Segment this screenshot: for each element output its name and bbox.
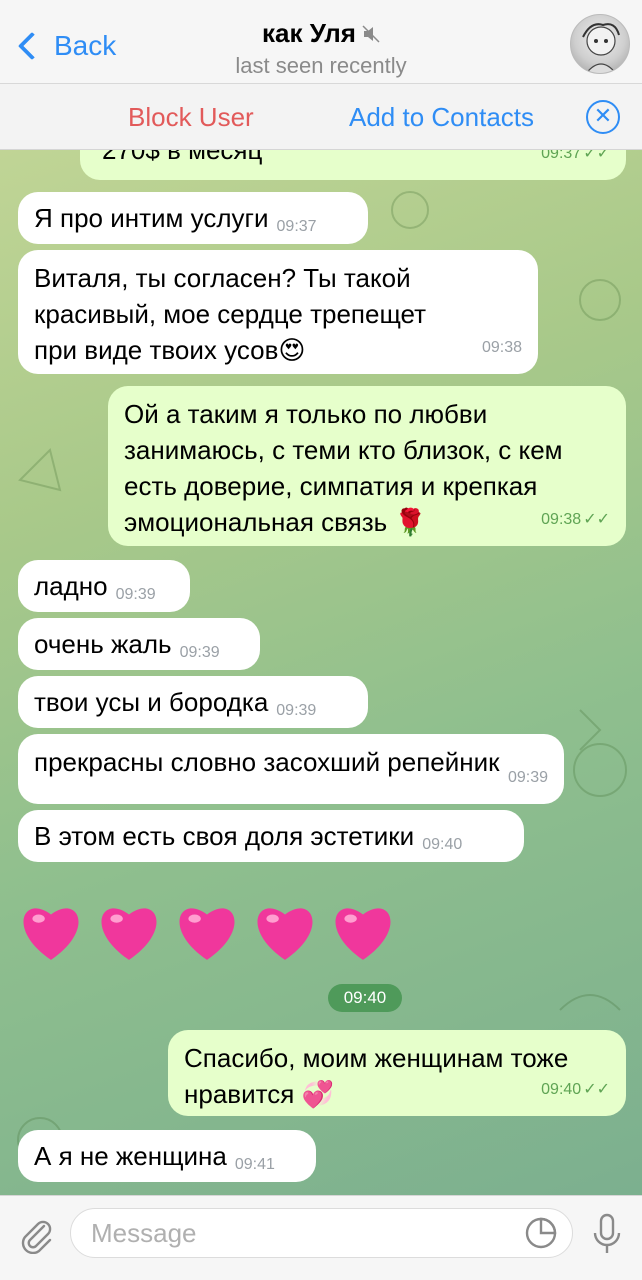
- heart-icon: [179, 908, 235, 960]
- incoming-message[interactable]: Я про интим услуги 09:37: [18, 192, 368, 244]
- read-check-icon: ✓✓: [583, 1081, 610, 1098]
- incoming-message[interactable]: твои усы и бородка 09:39: [18, 676, 368, 728]
- microphone-icon[interactable]: [590, 1212, 624, 1256]
- incoming-message[interactable]: ладно 09:39: [18, 560, 190, 612]
- message-time: 09:38 ✓✓: [541, 502, 610, 538]
- message-input[interactable]: Message: [70, 1208, 573, 1258]
- read-check-icon: ✓✓: [583, 511, 610, 528]
- message-time: 09:40: [422, 836, 463, 853]
- read-check-icon: ✓✓: [583, 150, 610, 162]
- message-text: очень жаль: [34, 629, 172, 659]
- message-list[interactable]: 270$ в месяц 09:37 ✓✓ Я про интим услуги 0…: [0, 150, 642, 1195]
- incoming-message[interactable]: очень жаль 09:39: [18, 618, 260, 670]
- message-time: 09:39: [276, 702, 317, 719]
- avatar[interactable]: [570, 14, 630, 74]
- heart-icon: [101, 908, 157, 960]
- block-user-button[interactable]: Block User: [128, 102, 254, 133]
- incoming-message[interactable]: В этом есть своя доля эстетики 09:40: [18, 810, 524, 862]
- outgoing-message[interactable]: Спасибо, моим женщинам тоже нравится 💞 0…: [168, 1030, 626, 1116]
- message-time: 09:37 ✓✓: [541, 150, 610, 172]
- message-text: твои усы и бородка: [34, 687, 269, 717]
- emoji-message-time: 09:40: [328, 984, 402, 1012]
- message-input-bar: Message: [0, 1195, 642, 1280]
- chat-title-area[interactable]: как Уля last seen recently: [0, 18, 642, 79]
- message-text: Я про интим услуги: [34, 203, 269, 233]
- heart-icon: [335, 908, 391, 960]
- chat-status: last seen recently: [235, 53, 407, 78]
- message-text: А я не женщина: [34, 1141, 227, 1171]
- message-time: 09:39: [179, 644, 220, 661]
- close-icon[interactable]: ✕: [586, 100, 620, 134]
- attach-icon[interactable]: [16, 1214, 56, 1254]
- message-time: 09:40 ✓✓: [541, 1072, 610, 1108]
- outgoing-message[interactable]: Ой а таким я только по любви занимаюсь, …: [108, 386, 626, 546]
- incoming-message[interactable]: прекрасны словно засохший репейник 09:39: [18, 734, 564, 804]
- message-time: 09:37: [276, 218, 317, 235]
- message-time: 09:39: [115, 586, 156, 603]
- sticker-icon[interactable]: [524, 1216, 558, 1250]
- heart-icon: [257, 908, 313, 960]
- emoji-hearts-message[interactable]: [18, 898, 396, 964]
- message-text: ладно: [34, 571, 108, 601]
- add-to-contacts-button[interactable]: Add to Contacts: [349, 102, 534, 133]
- message-text: В этом есть своя доля эстетики: [34, 821, 415, 851]
- chat-header: Back как Уля last seen recently: [0, 0, 642, 84]
- message-time: 09:39: [507, 769, 548, 786]
- message-text: Спасибо, моим женщинам тоже нравится 💞: [184, 1043, 569, 1109]
- message-text: 270$ в месяц: [102, 150, 263, 165]
- message-time-text: 09:37: [541, 150, 582, 162]
- contact-action-bar: Block User Add to Contacts: [0, 84, 642, 150]
- message-time-text: 09:40: [541, 1081, 582, 1098]
- incoming-message[interactable]: А я не женщина 09:41: [18, 1130, 316, 1182]
- chat-title: как Уля: [262, 18, 356, 48]
- message-time: 09:41: [234, 1156, 275, 1173]
- message-time-text: 09:38: [541, 511, 582, 528]
- message-placeholder: Message: [91, 1218, 197, 1248]
- heart-icon: [23, 908, 79, 960]
- message-text: Ой а таким я только по любви занимаюсь, …: [124, 399, 563, 537]
- outgoing-message[interactable]: 270$ в месяц 09:37 ✓✓: [80, 150, 626, 180]
- message-time: 09:38: [481, 339, 522, 356]
- mute-icon: [362, 24, 380, 43]
- incoming-message[interactable]: Виталя, ты согласен? Ты такой красивый, …: [18, 250, 538, 374]
- message-text: прекрасны словно засохший репейник: [34, 747, 500, 777]
- message-text: Виталя, ты согласен? Ты такой красивый, …: [34, 263, 427, 365]
